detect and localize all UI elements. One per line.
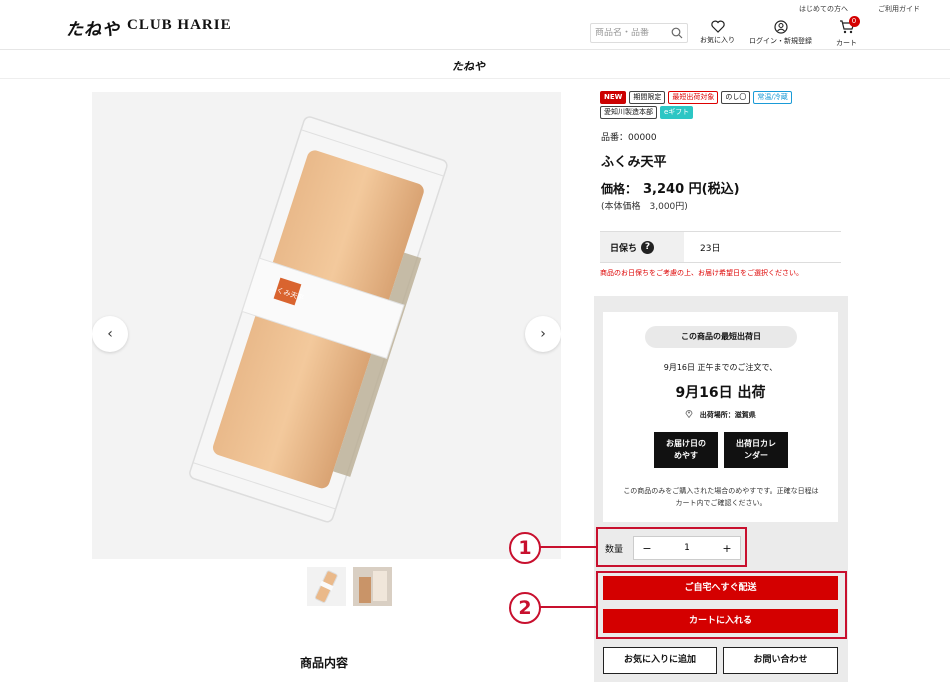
thumbnail-image [353, 567, 392, 606]
quantity-highlight: 数量 − + [596, 527, 747, 567]
login-label: ログイン・新規登録 [749, 37, 812, 45]
search-input[interactable] [595, 28, 665, 38]
cart-label: カート [836, 39, 857, 47]
tanaya-logo[interactable]: たねや [66, 15, 120, 40]
add-favorite-button[interactable]: お気に入りに追加 [603, 647, 717, 674]
product-name: ふくみ天平 [601, 155, 667, 170]
price-label: 価格： [601, 182, 638, 196]
quantity-input[interactable] [660, 543, 714, 553]
ship-location: 出荷場所：滋賀県 [603, 409, 838, 420]
add-to-cart-button[interactable]: カートに入れる [603, 609, 838, 633]
product-contents-title: 商品内容 [300, 656, 349, 670]
favorites-button[interactable]: お気に入り [700, 20, 735, 45]
search-icon[interactable] [671, 27, 683, 39]
cta-highlight: ご自宅へすぐ配送 カートに入れる [596, 571, 847, 639]
heart-icon [710, 20, 725, 33]
inquiry-button[interactable]: お問い合わせ [723, 647, 838, 674]
badge-noshi: のし〇 [721, 91, 751, 104]
site-header: たねや CLUB HARIE はじめての方へ ご利用ガイド お気に入り ログイン… [0, 0, 950, 50]
product-badges: NEW 期間限定 最短出荷対象 のし〇 常温/冷蔵 愛知川製造本部 eギフト [600, 91, 845, 119]
thumbnail-image [307, 567, 346, 606]
shelf-life-label: 日保ち [610, 243, 638, 254]
order-deadline: 9月16日 正午までのご注文で、 [663, 363, 778, 372]
quantity-label: 数量 [605, 545, 624, 555]
price-value: 3,240 円(税込) [643, 182, 740, 197]
callout-1: 1 [509, 532, 541, 564]
badge-factory: 愛知川製造本部 [600, 106, 657, 119]
base-price: (本体価格 3,000円) [601, 202, 688, 212]
badge-new: NEW [600, 91, 627, 104]
first-time-link[interactable]: はじめての方へ [799, 4, 848, 14]
quantity-plus-button[interactable]: + [714, 542, 740, 555]
product-sku: 品番：00000 [601, 133, 657, 143]
callout-1-line [540, 546, 596, 548]
top-links: はじめての方へ ご利用ガイド [799, 4, 920, 14]
help-icon[interactable]: ? [641, 240, 655, 254]
gallery-next-button[interactable]: › [525, 316, 561, 352]
brand-subbar: たねや [0, 51, 950, 79]
badge-limited: 期間限定 [629, 91, 666, 104]
badge-fast-ship: 最短出荷対象 [668, 91, 719, 104]
shelf-life-label-cell: 日保ち ? [600, 232, 684, 262]
thumbnail-1[interactable] [307, 567, 346, 606]
club-harie-logo[interactable]: CLUB HARIE [127, 17, 232, 34]
thumbnail-2[interactable] [353, 567, 392, 606]
shelf-life-row: 日保ち ? 23日 [600, 231, 841, 263]
product-main-image: ふくみ天平 ‹ › [92, 92, 561, 559]
shelf-life-value: 23日 [700, 243, 721, 254]
shipping-note: この商品のみをご購入された場合のめやすです。正確な日程はカート内でご確認ください… [623, 487, 819, 507]
quantity-stepper: − + [633, 536, 741, 560]
ship-location-text: 出荷場所：滋賀県 [699, 411, 756, 419]
chevron-left-icon: ‹ [107, 326, 113, 342]
shelf-life-note: 商品のお日保ちをご考慮の上、お届け希望日をご選択ください。 [600, 269, 803, 277]
product-photo: ふくみ天平 [189, 116, 448, 523]
login-button[interactable]: ログイン・新規登録 [749, 20, 812, 46]
quantity-minus-button[interactable]: − [634, 542, 660, 555]
search-box [590, 23, 688, 43]
thumbnail-strip [307, 567, 392, 606]
ship-calendar-button[interactable]: 出荷日カレ ンダー [724, 432, 788, 468]
favorites-label: お気に入り [700, 36, 735, 44]
product-price: 価格： 3,240 円(税込) [601, 178, 740, 197]
home-delivery-button[interactable]: ご自宅へすぐ配送 [603, 576, 838, 600]
tanaya-sub-logo[interactable]: たねや [452, 58, 485, 74]
callout-2-line [540, 606, 596, 608]
cart-count-badge: 0 [848, 16, 860, 27]
earliest-ship-pill: この商品の最短出荷日 [645, 326, 797, 348]
location-pin-icon [685, 410, 693, 419]
ship-date: 9月16日 出荷 [675, 385, 766, 401]
guide-link[interactable]: ご利用ガイド [878, 4, 920, 14]
cart-button[interactable]: 0 カート [836, 16, 860, 48]
gallery-prev-button[interactable]: ‹ [92, 316, 128, 352]
callout-2: 2 [509, 592, 541, 624]
badge-storage: 常温/冷蔵 [753, 91, 792, 104]
user-icon [773, 20, 788, 34]
badge-egift: eギフト [660, 106, 694, 119]
shipping-info-card: この商品の最短出荷日 9月16日 正午までのご注文で、 9月16日 出荷 出荷場… [603, 312, 838, 522]
chevron-right-icon: › [540, 326, 546, 342]
delivery-estimate-button[interactable]: お届け日の めやす [654, 432, 718, 468]
